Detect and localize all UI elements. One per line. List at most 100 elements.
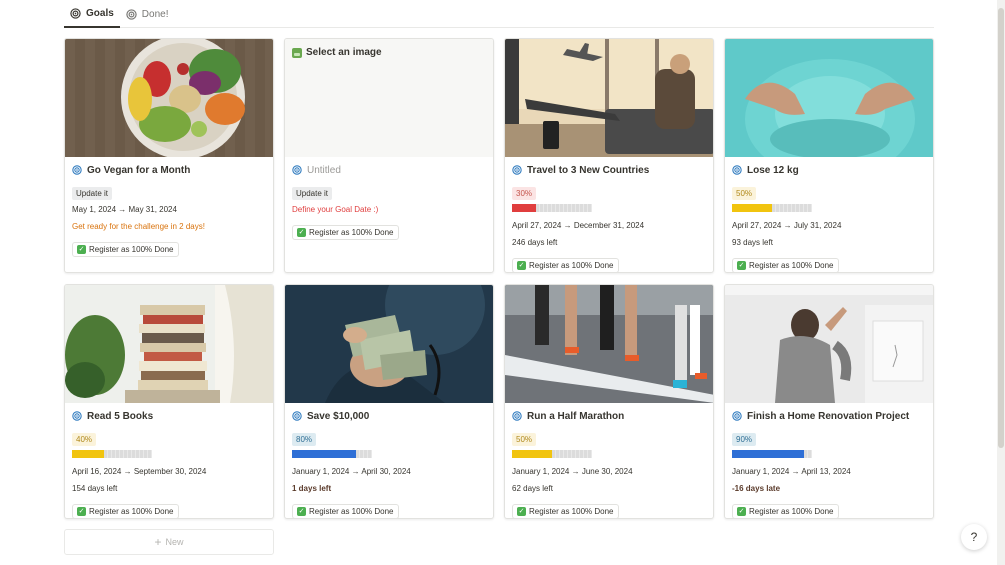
target-icon (732, 165, 742, 175)
card-title-text: Travel to 3 New Countries (527, 164, 650, 176)
percent-badge: 50% (512, 433, 537, 446)
card-title: Lose 12 kg (732, 163, 926, 177)
card-title: Go Vegan for a Month (72, 163, 266, 177)
register-done-button[interactable]: ✓ Register as 100% Done (72, 503, 179, 518)
cover-placeholder: Select an image (285, 39, 493, 157)
card-title-text: Go Vegan for a Month (87, 164, 191, 176)
days-left: -16 days late (732, 484, 781, 493)
progress-fill (732, 204, 772, 212)
select-image-prompt[interactable]: Select an image (292, 47, 382, 58)
vertical-scrollbar[interactable] (997, 0, 1005, 565)
register-done-button[interactable]: ✓ Register as 100% Done (292, 224, 399, 240)
card-title: Finish a Home Renovation Project (732, 409, 926, 423)
register-label: Register as 100% Done (89, 244, 174, 254)
update-it-tag[interactable]: Update it (292, 187, 333, 200)
register-label: Register as 100% Done (529, 260, 614, 270)
progress-bar (732, 450, 812, 458)
tab-label: Done! (141, 8, 169, 20)
register-done-button[interactable]: ✓ Register as 100% Done (732, 257, 839, 272)
card-title-text: Run a Half Marathon (527, 410, 625, 422)
check-icon: ✓ (77, 244, 86, 254)
goal-card[interactable]: Finish a Home Renovation Project 90% Jan… (724, 284, 934, 519)
new-card-button[interactable]: + New (64, 529, 274, 555)
help-button[interactable]: ? (961, 524, 987, 550)
goal-card[interactable]: Save $10,000 80% January 1, 2024 → April… (284, 284, 494, 519)
date-range: April 27, 2024 → December 31, 2024 (512, 221, 645, 230)
cover-image-runners (505, 285, 713, 403)
goal-card[interactable]: Read 5 Books 40% April 16, 2024 → Septem… (64, 284, 274, 519)
register-label: Register as 100% Done (309, 227, 394, 237)
card-title-text: Read 5 Books (87, 410, 154, 422)
card-title-text: Lose 12 kg (747, 164, 799, 176)
progress-bar (292, 450, 372, 458)
tab-goals[interactable]: Goals (64, 0, 120, 28)
register-done-button[interactable]: ✓ Register as 100% Done (512, 257, 619, 272)
register-done-button[interactable]: ✓ Register as 100% Done (72, 241, 179, 257)
card-title: Untitled (292, 163, 486, 177)
progress-fill (512, 204, 536, 212)
select-image-label: Select an image (306, 47, 382, 58)
date-range: April 27, 2024 → July 31, 2024 (732, 221, 842, 230)
check-icon: ✓ (737, 506, 746, 516)
register-label: Register as 100% Done (749, 260, 834, 270)
days-left: 62 days left (512, 484, 553, 493)
new-label: New (165, 537, 184, 547)
tab-label: Goals (86, 7, 114, 19)
card-title: Travel to 3 New Countries (512, 163, 706, 177)
progress-fill (732, 450, 804, 458)
register-label: Register as 100% Done (529, 506, 614, 516)
date-range: April 16, 2024 → September 30, 2024 (72, 467, 207, 476)
cover-image-book-stack (65, 285, 273, 403)
goal-card[interactable]: Select an image Untitled Update it Defin… (284, 38, 494, 273)
register-label: Register as 100% Done (89, 506, 174, 516)
target-icon (126, 8, 137, 20)
card-title: Save $10,000 (292, 409, 486, 423)
progress-bar (72, 450, 152, 458)
percent-badge: 90% (732, 433, 757, 446)
card-title: Read 5 Books (72, 409, 266, 423)
check-icon: ✓ (297, 506, 306, 516)
target-icon (732, 411, 742, 421)
target-icon (72, 411, 82, 421)
goal-card[interactable]: Go Vegan for a Month Update it May 1, 20… (64, 38, 274, 273)
register-label: Register as 100% Done (309, 506, 394, 516)
cover-image-money (285, 285, 493, 403)
date-range: January 1, 2024 → April 13, 2024 (732, 467, 851, 476)
goal-card[interactable]: Lose 12 kg 50% April 27, 2024 → July 31,… (724, 38, 934, 273)
date-range: January 1, 2024 → June 30, 2024 (512, 467, 633, 476)
cover-image-vegan-bowl (65, 39, 273, 157)
check-icon: ✓ (77, 506, 86, 516)
target-icon (70, 7, 81, 19)
card-title: Run a Half Marathon (512, 409, 706, 423)
check-icon: ✓ (737, 260, 746, 270)
progress-bar (512, 450, 592, 458)
date-range: May 1, 2024 → May 31, 2024 (72, 205, 177, 214)
percent-badge: 30% (512, 187, 537, 200)
days-left: 246 days left (512, 238, 558, 247)
cover-image-airport-travel (505, 39, 713, 157)
goal-card[interactable]: Run a Half Marathon 50% January 1, 2024 … (504, 284, 714, 519)
target-icon (72, 165, 82, 175)
register-done-button[interactable]: ✓ Register as 100% Done (512, 503, 619, 518)
help-label: ? (970, 530, 978, 544)
register-done-button[interactable]: ✓ Register as 100% Done (292, 503, 399, 518)
target-icon (512, 165, 522, 175)
days-left: 93 days left (732, 238, 773, 247)
date-range: January 1, 2024 → April 30, 2024 (292, 467, 411, 476)
goal-status-note: Define your Goal Date :) (292, 205, 379, 214)
days-left: 1 days left (292, 484, 332, 493)
cover-image-renovation (725, 285, 933, 403)
check-icon: ✓ (517, 260, 526, 270)
days-left: 154 days left (72, 484, 118, 493)
scrollbar-thumb[interactable] (998, 8, 1004, 448)
image-icon (292, 47, 302, 58)
progress-bar (732, 204, 812, 212)
percent-badge: 40% (72, 433, 97, 446)
register-done-button[interactable]: ✓ Register as 100% Done (732, 503, 839, 518)
target-icon (292, 165, 302, 175)
tab-done[interactable]: Done! (120, 0, 175, 28)
goal-card[interactable]: Travel to 3 New Countries 30% April 27, … (504, 38, 714, 273)
progress-fill (512, 450, 552, 458)
progress-bar (512, 204, 592, 212)
update-it-tag[interactable]: Update it (72, 187, 113, 200)
